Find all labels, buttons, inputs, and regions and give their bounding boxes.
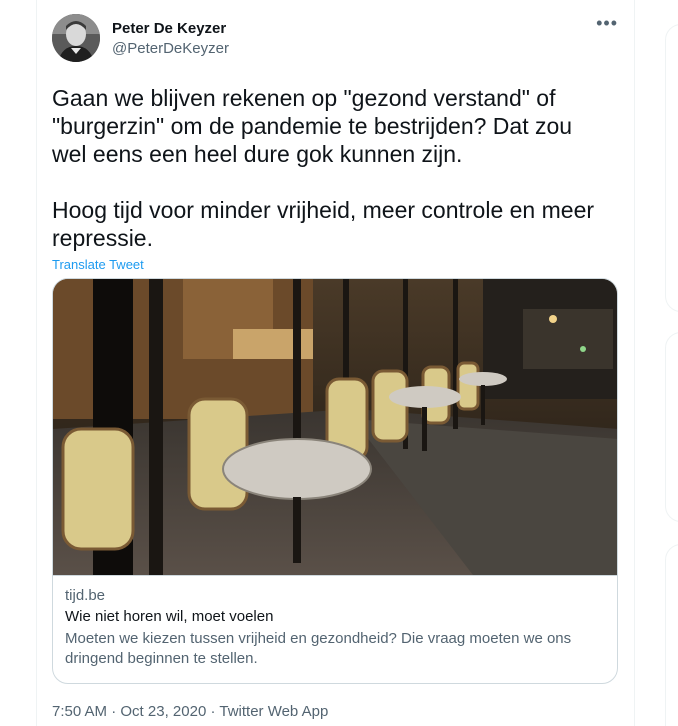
translate-tweet-link[interactable]: Translate Tweet (52, 256, 618, 273)
tweet-header: Peter De Keyzer @PeterDeKeyzer (52, 12, 618, 72)
author-handle[interactable]: @PeterDeKeyzer (112, 39, 229, 59)
card-image[interactable] (53, 279, 618, 575)
card-title: Wie niet horen wil, moet voelen (65, 608, 274, 625)
tweet-date[interactable]: Oct 23, 2020 (120, 703, 206, 720)
tweet-time[interactable]: 7:50 AM (52, 703, 107, 720)
right-column-border (634, 0, 635, 726)
sidebar-panel-bottom (665, 544, 678, 726)
tweet-paragraph: Gaan we blijven rekenen op "gezond verst… (52, 85, 573, 167)
card-description: Moeten we kiezen tussen vrijheid en gezo… (65, 630, 572, 667)
tweet-source[interactable]: Twitter Web App (219, 703, 328, 720)
more-icon[interactable]: ••• (596, 14, 618, 32)
meta-separator: · (206, 703, 220, 720)
tweet-text: Gaan we blijven rekenen op "gezond verst… (52, 84, 612, 252)
card-domain: tijd.be (65, 587, 106, 604)
card-body: tijd.be Wie niet horen wil, moet voelen … (53, 575, 617, 679)
link-card[interactable]: tijd.be Wie niet horen wil, moet voelen … (52, 278, 618, 684)
tweet-meta: 7:50 AM · Oct 23, 2020 · Twitter Web App (52, 702, 328, 722)
avatar-photo-icon (52, 14, 100, 62)
meta-separator: · (107, 703, 121, 720)
sidebar-panel-top (665, 24, 678, 312)
tweet: Peter De Keyzer @PeterDeKeyzer ••• Gaan … (36, 0, 634, 726)
avatar[interactable] (52, 14, 100, 62)
tweet-paragraph: Hoog tijd voor minder vrijheid, meer con… (52, 197, 595, 251)
sidebar-panel-middle (665, 332, 678, 522)
author-display-name[interactable]: Peter De Keyzer (112, 19, 229, 39)
author-names: Peter De Keyzer @PeterDeKeyzer (112, 19, 229, 59)
